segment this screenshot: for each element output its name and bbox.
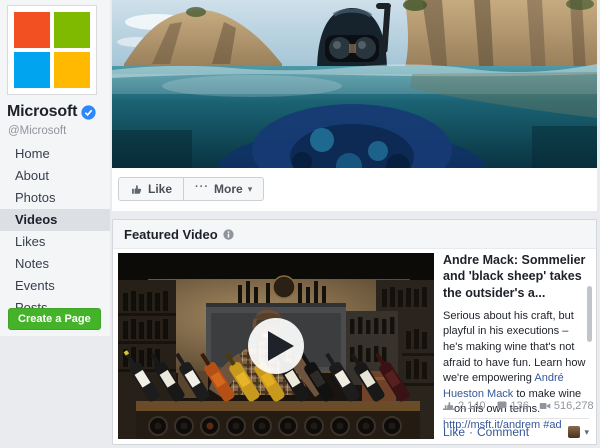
microsoft-logo-icon — [14, 12, 90, 88]
page-more-label: More — [214, 182, 243, 196]
video-description: Serious about his craft, but playful in … — [443, 309, 589, 434]
avatar[interactable] — [568, 426, 581, 438]
post-like-link[interactable]: Like — [443, 425, 465, 439]
create-page-button[interactable]: Create a Page — [8, 308, 101, 330]
sidebar-item-photos[interactable]: Photos — [0, 187, 110, 209]
play-button[interactable] — [248, 318, 304, 374]
description-text: Serious about his craft, but playful in … — [443, 309, 586, 385]
chevron-down-icon[interactable]: ▾ — [584, 427, 589, 438]
page-like-button[interactable]: Like — [119, 178, 183, 200]
page-action-bar: Like ··· More ▾ — [112, 168, 597, 211]
view-count-value: 516,278 — [553, 400, 594, 412]
like-count-value: 2,140 — [458, 400, 486, 412]
sidebar-item-videos[interactable]: Videos — [0, 209, 110, 231]
comment-bubble-icon — [497, 401, 507, 411]
sidebar-item-about[interactable]: About — [0, 165, 110, 187]
thumb-up-icon — [132, 184, 142, 194]
featured-video-card: Featured Video Andre Mack: Sommelier and… — [112, 219, 597, 445]
comment-count-value: 136 — [510, 400, 529, 412]
view-count[interactable]: 516,278 — [539, 400, 594, 412]
divider — [443, 418, 589, 419]
main-content: Like ··· More ▾ Featured Video Andre Mac… — [112, 0, 597, 445]
card-header: Featured Video — [113, 220, 596, 249]
page-handle: @Microsoft — [8, 125, 67, 137]
comment-count[interactable]: 136 — [496, 400, 529, 412]
profile-picture[interactable] — [7, 5, 97, 95]
info-icon[interactable] — [223, 228, 234, 240]
caret-down-icon: ▾ — [247, 183, 253, 194]
scrollbar-thumb[interactable] — [587, 286, 592, 342]
post-actions: Like · Comment ▾ — [443, 425, 589, 439]
page-title[interactable]: Microsoft — [7, 103, 77, 121]
sidebar-item-notes[interactable]: Notes — [0, 253, 110, 275]
video-camera-icon — [539, 403, 551, 409]
page-more-button[interactable]: ··· More ▾ — [183, 178, 263, 200]
video-thumbnail[interactable] — [118, 253, 434, 439]
dot-separator: · — [469, 425, 474, 439]
cover-photo[interactable] — [112, 0, 597, 168]
sidebar: Microsoft @Microsoft Home About Photos V… — [0, 0, 110, 336]
like-count[interactable]: 2,140 — [443, 400, 486, 412]
sidebar-item-likes[interactable]: Likes — [0, 231, 110, 253]
page-like-label: Like — [148, 182, 173, 196]
section-title: Featured Video — [124, 226, 218, 242]
video-stats: 2,140 136 516,278 — [443, 400, 594, 412]
sidebar-item-home[interactable]: Home — [0, 143, 110, 165]
sidebar-item-events[interactable]: Events — [0, 275, 110, 297]
thumb-up-icon — [444, 402, 454, 410]
video-title[interactable]: Andre Mack: Sommelier and 'black sheep' … — [443, 252, 589, 301]
post-comment-link[interactable]: Comment — [477, 425, 529, 439]
card-body: Andre Mack: Sommelier and 'black sheep' … — [113, 249, 596, 445]
sidebar-nav: Home About Photos Videos Likes Notes Eve… — [0, 143, 110, 319]
verified-badge-icon — [81, 104, 96, 120]
more-dots-icon: ··· — [195, 181, 210, 193]
